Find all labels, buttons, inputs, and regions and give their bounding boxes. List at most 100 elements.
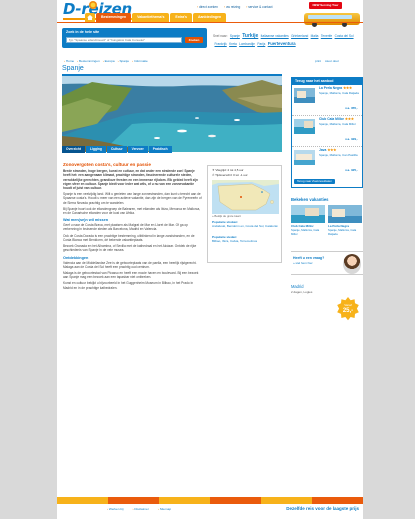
map-image [212,180,279,214]
search-title: Zoek in de hele site [66,30,100,34]
send-link[interactable]: stuur door [325,59,339,63]
star-rating: ★★★ [343,86,352,90]
popular-cities[interactable]: Bilbao, Ibiza, Calvia, Torremolinos [212,239,280,244]
promo-sign: NEW Serving Tour [309,2,342,9]
popular-regions[interactable]: Andalusië, Benidorm en, Costa del Sol, C… [212,224,280,229]
search-button[interactable]: Zoeken [185,37,203,43]
hotel-thumbnail [294,150,315,165]
star-rating: ★★★ [344,117,354,121]
question-link[interactable]: » stel hem hier [293,261,313,266]
popular-link[interactable]: Frankrijk [215,42,227,46]
content-tabs: Overzicht Ligging Cultuur Vervoer Prakti… [62,146,172,153]
sticker-price: 25,- [343,308,353,314]
popular-link[interactable]: Tenerife [321,34,332,38]
popular-link[interactable]: Lombardije [239,42,255,46]
popular-link[interactable]: Fuerteventura [268,41,296,46]
tab-vervoer[interactable]: Vervoer [127,146,148,153]
viewed-location: Spanje, Mallorca, Cala Ratjada [328,228,357,236]
util-link-service[interactable]: service & contact [246,5,272,9]
popular-link[interactable]: Italiaanse vakanties [261,34,289,38]
page-actions: print stuur door [315,59,339,63]
aanbod-title[interactable]: Terug naar het aanbod [292,78,362,85]
page-title: Spanje [62,65,84,72]
article-paragraph: Ook de Costa Dorada is een prachtige bes… [63,233,195,242]
aanbod-panel: Terug naar het aanbod La Perla Negra★★★ … [291,77,363,188]
coastal-bay-image [62,76,282,152]
popular-link[interactable]: Parijs [257,42,265,46]
home-icon [87,15,93,20]
viewed-item[interactable]: Club Cala Millor Spanje, Mallorca, Cala … [291,205,325,237]
breadcrumb-item[interactable]: Europa [103,59,115,63]
viewed-list: Club Cala Millor Spanje, Mallorca, Cala … [291,205,363,237]
hotel-thumbnail [294,119,315,134]
print-link[interactable]: print [315,59,321,63]
breadcrumb: Home Bestemmingen Europa Spanje Informat… [64,59,148,63]
footer-link-sitemap[interactable]: Sitemap [158,507,171,511]
utility-nav: direct zoeken uw reizing service & conta… [197,5,273,9]
sun-icon [89,1,97,9]
viewed-thumbnail [328,205,362,223]
sticker-top: Vanaf [344,303,352,307]
footer-link-werken-bij[interactable]: Werken bij [107,507,124,511]
breadcrumb-item[interactable]: Bestemmingen [77,59,100,63]
util-link-uw-reizing[interactable]: uw reizing [224,5,240,9]
hotel-card[interactable]: Java★★★ Spanje, Mallorca, Can Pastilla v… [292,147,362,178]
question-box[interactable]: Heeft u een vraag? » stel hem hier [291,251,363,275]
hotel-location: Spanje, Mallorca, Cala Millor [319,122,356,126]
star-rating: ★★★ [327,148,337,152]
hotel-name[interactable]: Java★★★ [319,148,336,152]
hotel-price: v.a. 325,- [345,168,358,172]
madrid-subtitle: 2 dagen, Logies [291,290,313,294]
article-paragraph: Spanje is een veelzijdig land. Wilt u ge… [63,192,202,205]
search-input[interactable] [66,37,182,43]
nav-tab-vakantiethemas[interactable]: Vakantiethema's [132,13,170,22]
article-paragraph: Valencia aan de Middellandse Zee is de g… [63,260,197,269]
article: Zonovergoten costa's, cultuur en passie … [63,162,203,292]
hotel-name[interactable]: Club Cala Millor★★★ [319,117,354,121]
time-difference: ⏱ Tijdsverschil: 0 tot -1 uur [212,172,248,177]
nav-tab-aanbiedingen[interactable]: Aanbiedingen [192,13,227,22]
hotel-name[interactable]: La Perla Negra★★★ [319,86,352,90]
hotel-card[interactable]: La Perla Negra★★★ Spanje, Mallorca, Cala… [292,85,362,116]
breadcrumb-item[interactable]: Spanje [118,59,129,63]
tab-ligging[interactable]: Ligging [86,146,106,153]
nav-home[interactable] [85,13,95,22]
tab-overzicht[interactable]: Overzicht [62,146,86,153]
footer: Werken bij Disclaimer Sitemap Dezelfde r… [57,497,363,519]
breadcrumb-item: Informatie [132,59,148,63]
breadcrumb-item[interactable]: Home [64,59,74,63]
popular-link[interactable]: Costa del Sol [335,34,354,38]
viewed-item[interactable]: La Perla Negra Spanje, Mallorca, Cala Ra… [328,205,362,237]
map-panel: ✈ Vliegtijd: 2 tot 4,5 uur ⏱ Tijdsversch… [207,165,282,263]
util-link-direct-zoeken[interactable]: direct zoeken [197,5,218,9]
popular-link[interactable]: Turkije [242,33,258,39]
footer-bar [57,497,363,504]
agent-avatar [343,254,361,274]
promo-bus[interactable]: NEW Serving Tour [293,0,363,30]
popular-link[interactable]: Kreta [229,42,237,46]
popular-link[interactable]: Spanje [230,34,240,38]
popular-link[interactable]: Malta [311,34,319,38]
search-panel: Zoek in de hele site Zoeken [62,28,207,48]
tab-cultuur[interactable]: Cultuur [106,146,127,153]
hotel-price: v.a. 329,- [345,137,358,141]
article-intro: Brede stranden, hoge bergen, kunst en cu… [63,169,198,190]
hotel-location: Spanje, Mallorca, Cala Ratjada [319,91,359,95]
back-to-results-button[interactable]: Terug naar Zoekresultaten [294,179,336,184]
hotel-location: Spanje, Mallorca, Can Pastilla [319,153,358,157]
price-sticker[interactable]: Vanaf 25,- [336,297,360,321]
nav-divider [57,22,363,23]
spain-map[interactable] [212,180,279,214]
map-link[interactable]: » Bekijk de grote kaart [212,214,241,219]
nav-tab-bestemmingen[interactable]: Bestemmingen [96,13,132,22]
tab-praktisch[interactable]: Praktisch [148,146,172,153]
footer-link-disclaimer[interactable]: Disclaimer [132,507,148,511]
madrid-title[interactable]: Madrid [291,284,304,289]
popular-link[interactable]: Griekenland [291,34,308,38]
popular-links: Snel naar: Spanje Turkije Italiaanse vak… [213,33,363,47]
title-row: Spanje [62,64,282,76]
article-paragraph: Kunst en cultuur bekijkt u bijvoorbeeld … [63,281,194,290]
nav-tab-extras[interactable]: Extra's [170,13,192,22]
hotel-card[interactable]: Club Cala Millor★★★ Spanje, Mallorca, Ca… [292,116,362,147]
question-title: Heeft u een vraag? [293,256,325,260]
